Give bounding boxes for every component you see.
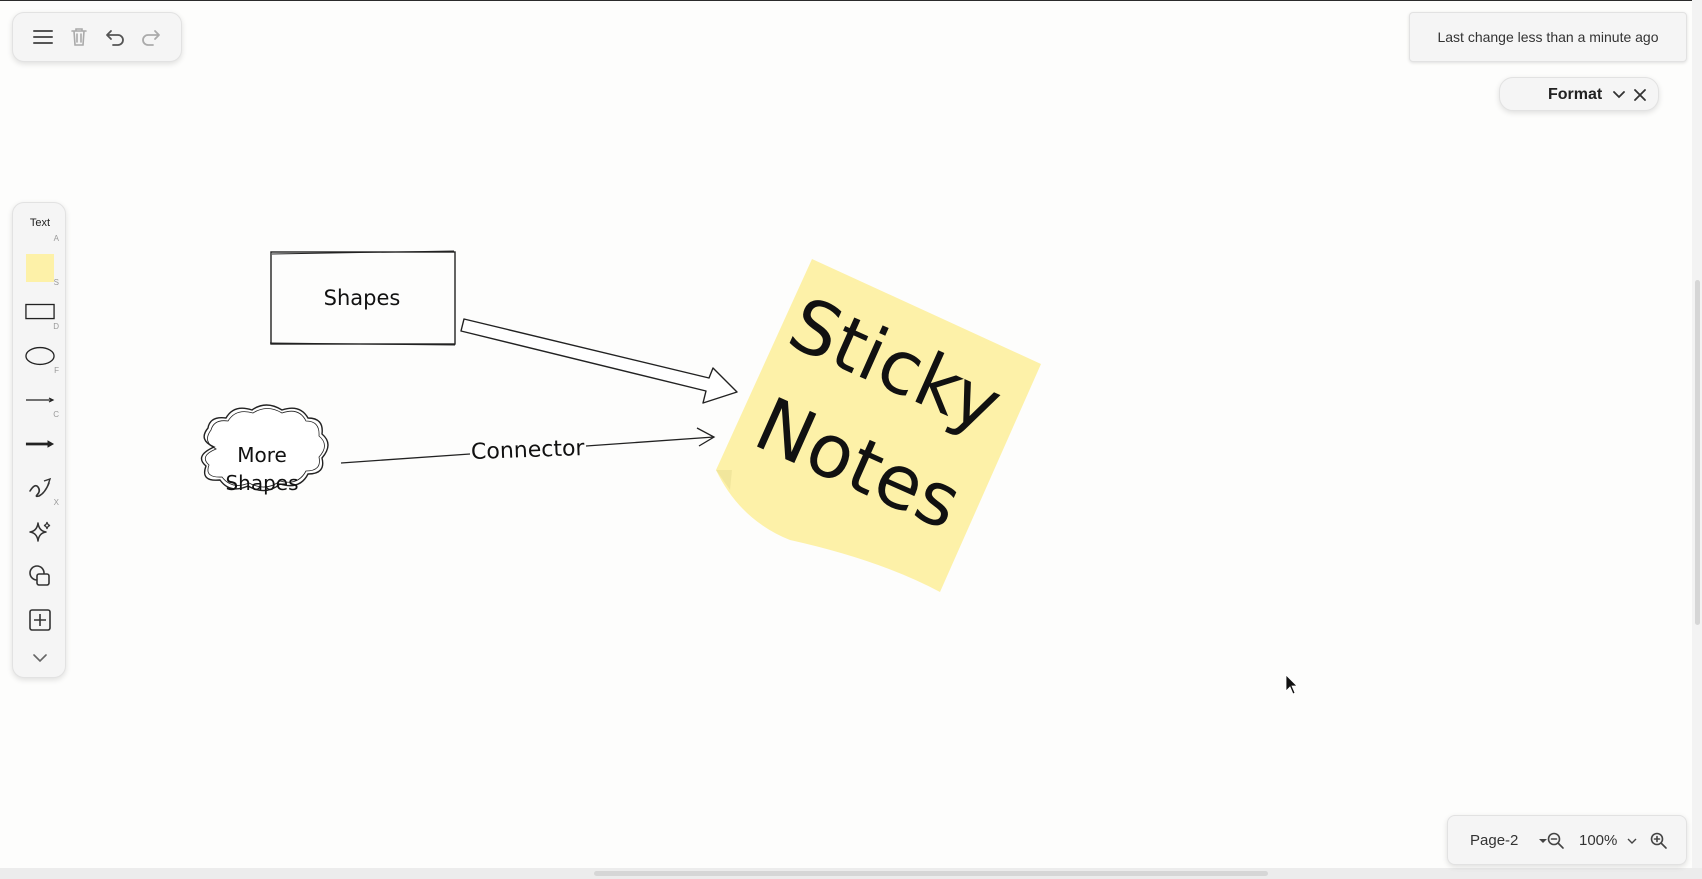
shapes-toolbar: Text A S D F C X [12,202,66,678]
close-icon [1634,89,1646,101]
line-icon [26,397,55,403]
zoom-out-button[interactable] [1541,826,1571,856]
zoom-dropdown-button[interactable] [1617,826,1647,856]
format-panel-toggle[interactable]: Format [1499,77,1659,111]
rectangle-tool-shortcut: D [53,322,59,331]
arrow-icon [25,440,55,448]
ellipse-icon [25,346,55,366]
rectangle-shape[interactable]: Shapes [269,250,456,346]
rectangle-shape-label: Shapes [324,286,401,310]
line-tool[interactable]: C [13,379,67,419]
undo-icon [106,30,124,46]
main-toolbar [12,12,182,62]
status-text: Last change less than a minute ago [1437,29,1659,45]
shapes-icon [29,565,50,586]
ellipse-tool-shortcut: F [54,366,59,375]
freehand-tool-shortcut: X [53,498,59,507]
expand-toolbar-button[interactable] [13,637,67,677]
sticky-note-tool[interactable]: S [13,247,67,287]
format-label: Format [1548,86,1603,103]
rectangle-tool[interactable]: D [13,291,67,331]
chevron-down-icon [1613,91,1625,99]
rectangle-icon [25,303,55,320]
drawing-canvas[interactable]: Sticky Notes Shapes More Shapes Connecto… [0,0,1702,879]
sticky-note-icon [26,254,54,282]
page-zoom-bar: Page-2 100% [1447,815,1687,865]
last-change-status: Last change less than a minute ago [1409,12,1687,62]
ellipse-tool[interactable]: F [13,335,67,375]
format-close-button[interactable] [1625,80,1655,110]
menu-button[interactable] [28,22,58,52]
zoom-out-icon [1547,832,1564,849]
insert-plus-icon [29,609,51,631]
zoom-level[interactable]: 100% [1579,832,1617,849]
text-tool[interactable]: Text A [13,203,67,243]
redo-button[interactable] [136,22,166,52]
sticky-note[interactable]: Sticky Notes [716,259,1041,592]
trash-icon [71,28,87,46]
line-tool-shortcut: C [53,410,59,419]
zoom-in-button[interactable] [1644,826,1674,856]
sparkle-icon [29,521,51,542]
page-selector[interactable]: Page-2 [1470,832,1518,849]
shapes-library-tool[interactable] [13,555,67,595]
cloud-shape[interactable]: More Shapes [200,404,329,495]
freehand-tool[interactable]: X [13,467,67,507]
sticky-note-tool-shortcut: S [53,278,59,287]
undo-button[interactable] [100,22,130,52]
connector-label: Connector [471,436,586,465]
chevron-down-icon [1627,838,1637,844]
freehand-icon [29,477,52,498]
expand-chevron-icon [33,653,47,662]
cloud-shape-label-line2: Shapes [225,471,298,495]
menu-icon [33,30,53,44]
connector-line[interactable]: Connector [340,427,716,465]
ai-generate-tool[interactable] [13,511,67,551]
zoom-in-icon [1650,832,1667,849]
arrow-tool[interactable] [13,423,67,463]
insert-tool[interactable] [13,599,67,639]
text-tool-label: Text [29,217,51,229]
redo-icon [142,30,160,46]
cursor-icon [1285,674,1298,695]
delete-button[interactable] [64,22,94,52]
cloud-shape-label-line1: More [237,443,287,467]
text-tool-shortcut: A [53,234,59,243]
block-arrow[interactable] [460,318,738,404]
